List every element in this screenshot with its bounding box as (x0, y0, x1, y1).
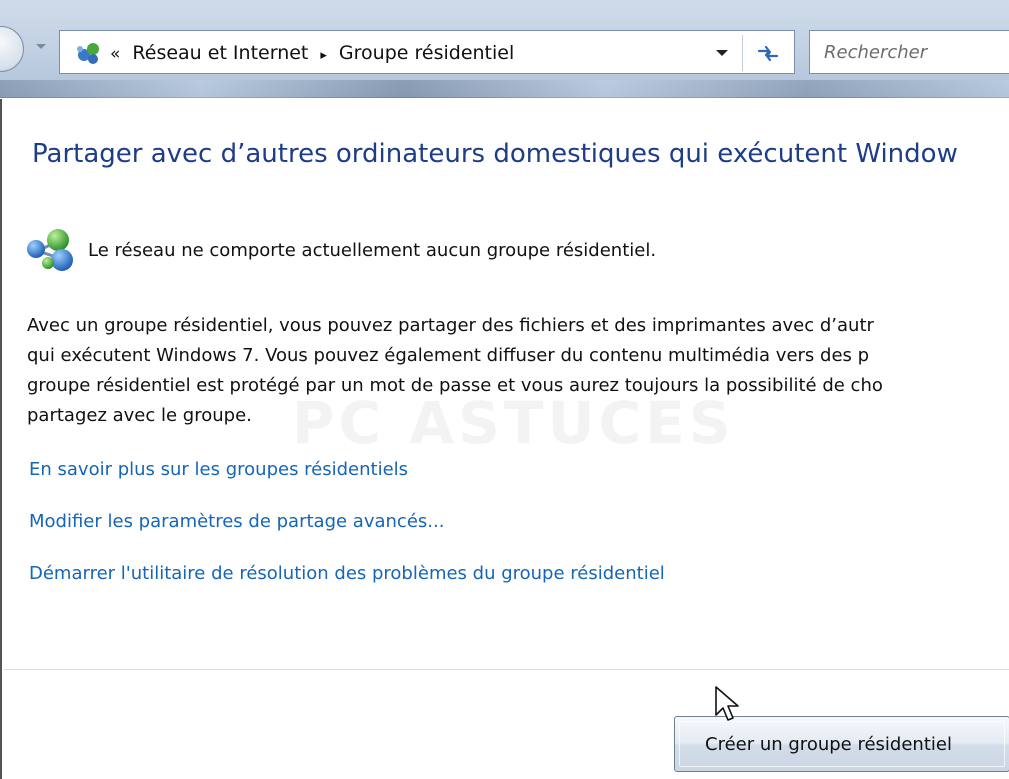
recent-pages-dropdown-icon[interactable] (36, 44, 46, 49)
homegroup-troubleshooter-link[interactable]: Démarrer l'utilitaire de résolution des … (29, 561, 665, 587)
address-dropdown-icon[interactable] (716, 50, 728, 56)
search-input[interactable] (824, 31, 1004, 73)
description-line: qui exécutent Windows 7. Vous pouvez éga… (27, 345, 870, 366)
breadcrumb-network-internet[interactable]: Réseau et Internet (132, 42, 308, 64)
back-forward-button[interactable] (0, 26, 24, 72)
breadcrumb-overflow[interactable]: « (110, 44, 120, 64)
footer-divider (4, 669, 1009, 670)
description-line: groupe résidentiel est protégé par un mo… (27, 375, 883, 396)
status-row: Le réseau ne comporte actuellement aucun… (24, 225, 656, 275)
address-bar-strip: « Réseau et Internet ▸ Groupe résidentiel (0, 0, 1009, 98)
network-globe-icon (77, 43, 99, 64)
refresh-icon (757, 45, 779, 62)
content-pane: Partager avec d’autres ordinateurs domes… (0, 99, 1009, 779)
refresh-button[interactable] (750, 37, 786, 69)
address-box[interactable]: « Réseau et Internet ▸ Groupe résidentiel (59, 30, 795, 74)
page-title: Partager avec d’autres ordinateurs domes… (32, 139, 958, 169)
breadcrumb-homegroup[interactable]: Groupe résidentiel (339, 42, 514, 64)
description-line: partagez avec le groupe. (27, 405, 252, 426)
homegroup-network-icon (27, 229, 73, 271)
breadcrumb: « Réseau et Internet ▸ Groupe résidentiel (110, 31, 514, 75)
advanced-sharing-settings-link[interactable]: Modifier les paramètres de partage avanc… (29, 509, 665, 535)
create-homegroup-button-label: Créer un groupe résidentiel (705, 733, 952, 755)
description-line: Avec un groupe résidentiel, vous pouvez … (27, 315, 874, 336)
search-box[interactable] (809, 30, 1009, 74)
toolbar-shine (0, 80, 1009, 98)
description: Avec un groupe résidentiel, vous pouvez … (27, 311, 1009, 431)
learn-more-homegroups-link[interactable]: En savoir plus sur les groupes résidenti… (29, 457, 665, 483)
breadcrumb-separator-icon[interactable]: ▸ (320, 48, 327, 63)
link-list: En savoir plus sur les groupes résidenti… (29, 457, 665, 613)
status-message: Le réseau ne comporte actuellement aucun… (88, 239, 657, 261)
mouse-pointer-icon (715, 686, 739, 721)
address-divider (742, 35, 743, 71)
